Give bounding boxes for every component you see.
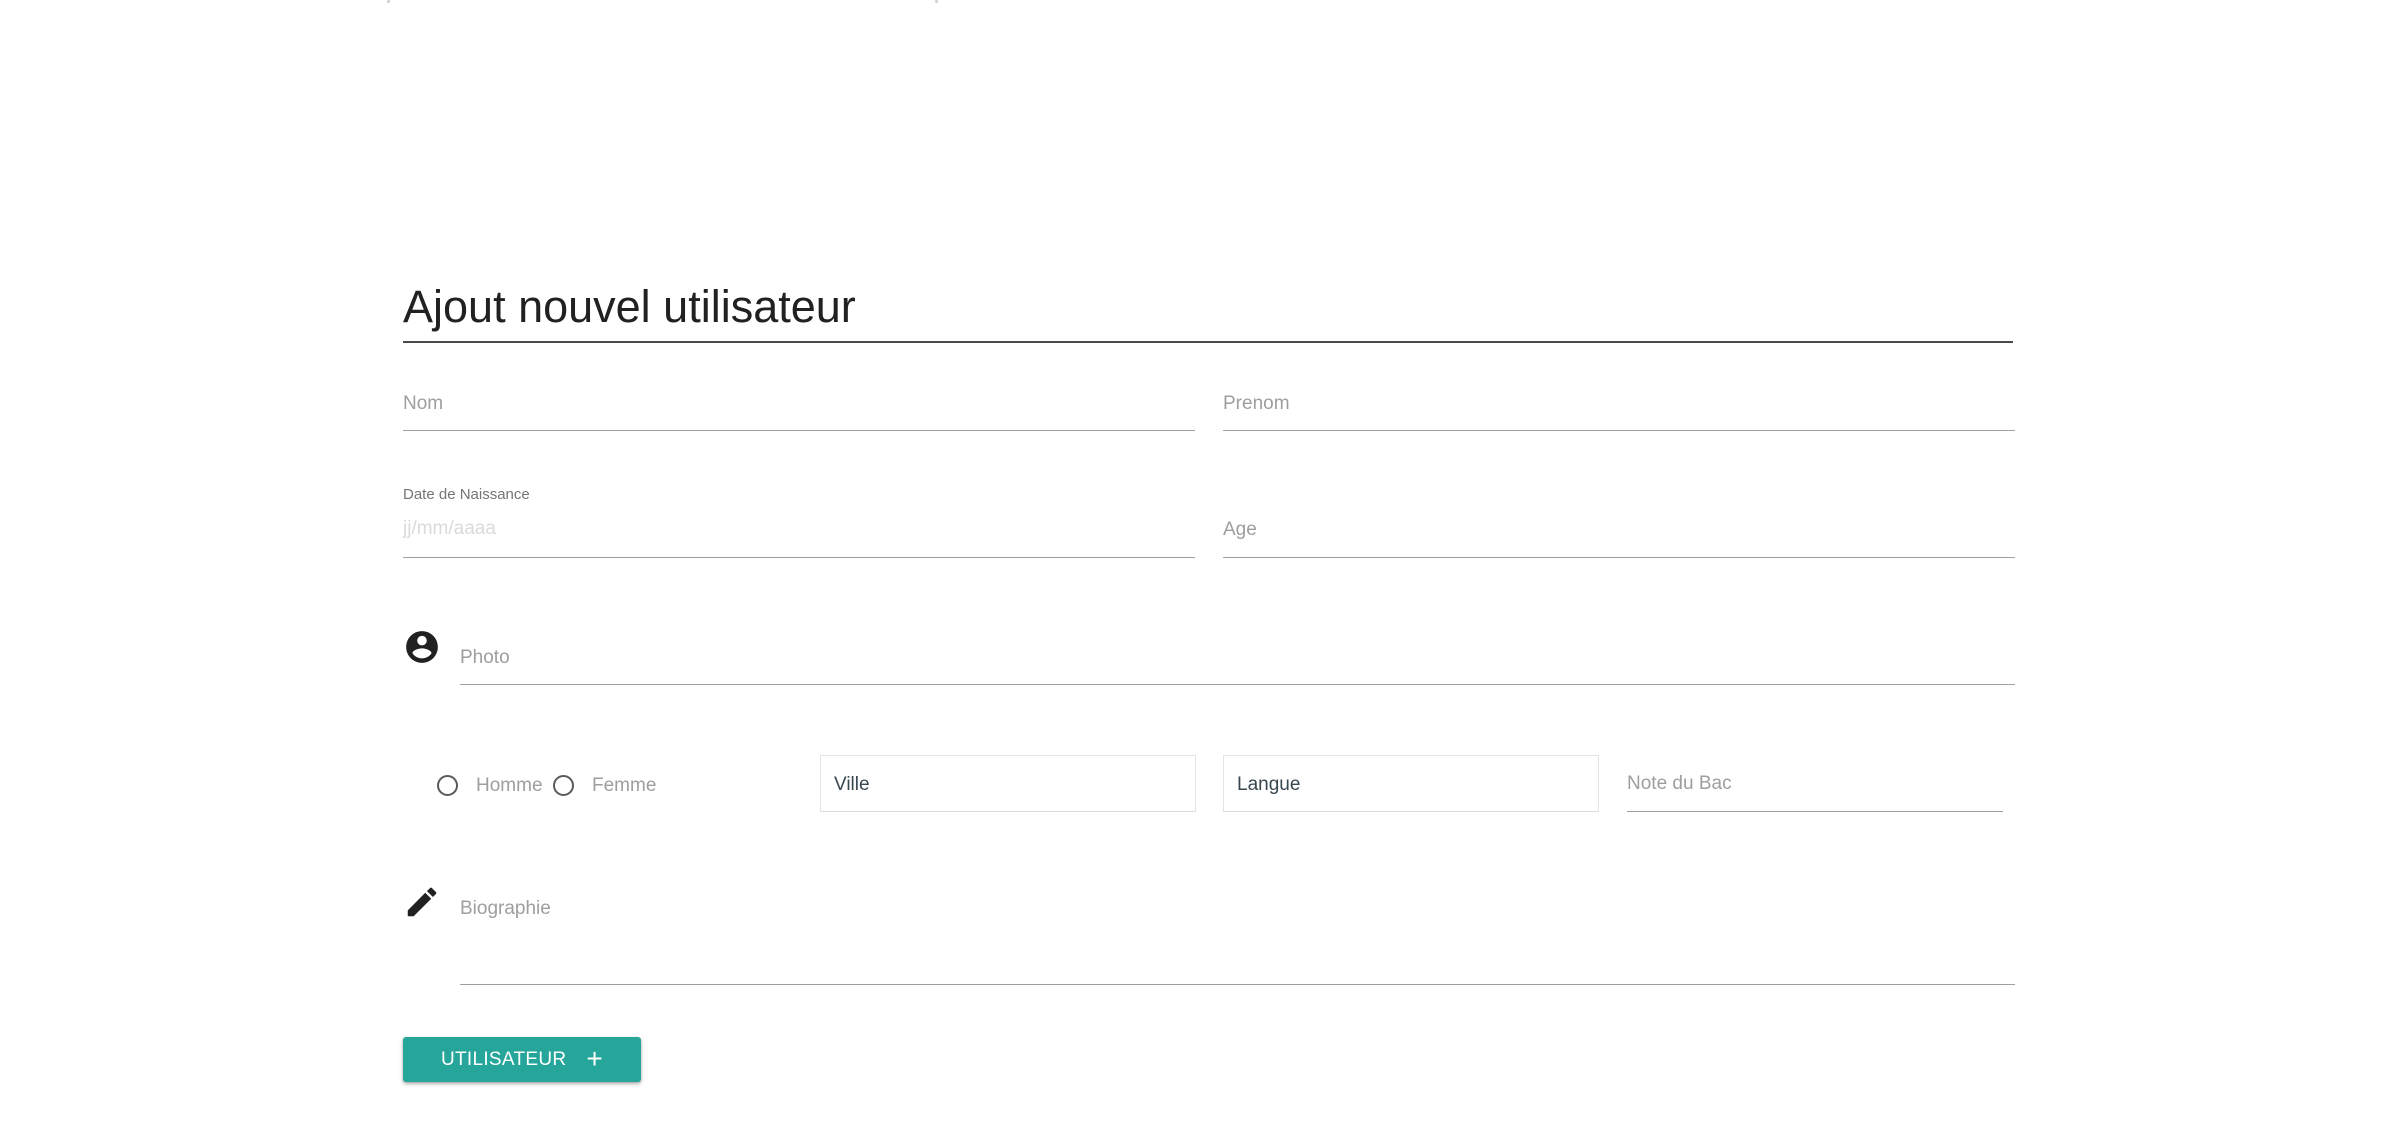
top-edge-remnants [0, 0, 2400, 4]
birthdate-field[interactable]: Date de Naissance jj/mm/aaaa [403, 486, 1195, 558]
nom-field[interactable]: Nom [403, 385, 1195, 431]
langue-select[interactable]: Langue [1223, 755, 1599, 812]
radio-femme[interactable] [553, 775, 574, 796]
biographie-textarea[interactable]: Biographie [460, 890, 2015, 985]
account-circle-icon [403, 628, 441, 666]
ville-select[interactable]: Ville [820, 755, 1196, 812]
user-form: Ajout nouvel utilisateur [403, 255, 2013, 343]
prenom-label: Prenom [1223, 393, 1290, 414]
add-user-button-label: UTILISATEUR [440, 1048, 567, 1070]
add-user-button[interactable]: UTILISATEUR + [403, 1037, 641, 1082]
note-bac-field[interactable]: Note du Bac [1627, 765, 2003, 812]
nom-label: Nom [403, 393, 444, 414]
photo-label: Photo [460, 647, 510, 668]
photo-field[interactable]: Photo [460, 639, 2015, 685]
plus-icon: + [586, 1042, 604, 1074]
birthdate-label: Date de Naissance [403, 486, 530, 503]
note-bac-label: Note du Bac [1627, 773, 1732, 794]
prenom-field[interactable]: Prenom [1223, 385, 2015, 431]
radio-homme[interactable] [437, 775, 458, 796]
age-label: Age [1223, 519, 1257, 540]
age-field[interactable]: Age [1223, 512, 2015, 558]
birthdate-placeholder: jj/mm/aaaa [403, 518, 496, 539]
page-title: Ajout nouvel utilisateur [403, 255, 2013, 343]
radio-homme-label: Homme [476, 775, 543, 796]
pencil-icon [403, 883, 441, 921]
radio-femme-label: Femme [592, 775, 657, 796]
biographie-label: Biographie [460, 898, 551, 919]
